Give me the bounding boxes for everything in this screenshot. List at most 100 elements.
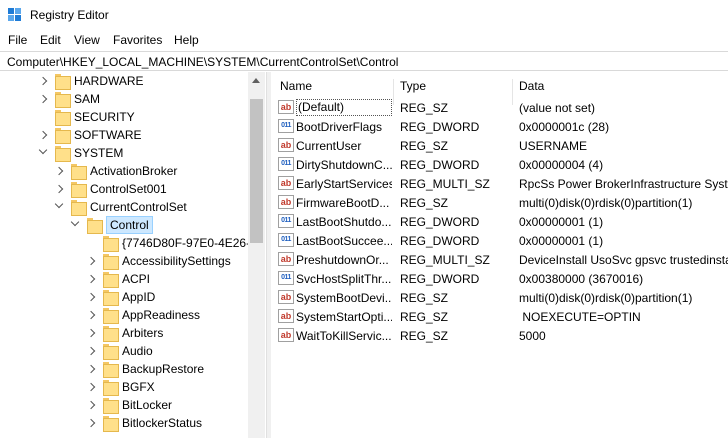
- tree-item[interactable]: BackupRestore: [0, 360, 250, 378]
- folder-icon: [103, 254, 119, 270]
- value-data: DeviceInstall UsoSvc gpsvc trustedinstal: [519, 253, 728, 267]
- value-type: REG_DWORD: [400, 120, 480, 134]
- folder-icon: [103, 344, 119, 360]
- address-path[interactable]: Computer\HKEY_LOCAL_MACHINE\SYSTEM\Curre…: [7, 55, 398, 69]
- tree-item[interactable]: Control: [0, 216, 250, 234]
- value-data: 0x00380000 (3670016): [519, 272, 644, 286]
- tree-item[interactable]: AppID: [0, 288, 250, 306]
- chevron-right-icon[interactable]: [86, 364, 96, 374]
- value-row[interactable]: 011 SvcHostSplitThr... REG_DWORD 0x00380000…: [272, 269, 728, 288]
- value-type: REG_SZ: [400, 196, 449, 210]
- value-row[interactable]: ab (Default) REG_SZ (value not set): [272, 98, 728, 117]
- tree-item-label: BackupRestore: [122, 362, 205, 376]
- chevron-down-icon[interactable]: [54, 199, 64, 209]
- tree-item[interactable]: SECURITY: [0, 108, 250, 126]
- folder-icon: [103, 380, 119, 396]
- values-list[interactable]: Name Type Data ab (Default) REG_SZ (value n…: [272, 72, 728, 438]
- folder-icon: [103, 290, 119, 306]
- tree-item[interactable]: {7746D80F-97E0-4E26-9: [0, 234, 257, 252]
- chevron-right-icon[interactable]: [38, 130, 48, 140]
- chevron-right-icon[interactable]: [86, 274, 96, 284]
- column-type-header[interactable]: Type: [400, 79, 426, 93]
- value-data: 0x0000001c (28): [519, 120, 610, 134]
- chevron-right-icon[interactable]: [54, 166, 64, 176]
- value-row[interactable]: 011 LastBootSuccee... REG_DWORD 0x00000001 …: [272, 231, 728, 250]
- tree-item[interactable]: SYSTEM: [0, 144, 250, 162]
- value-type: REG_SZ: [400, 101, 449, 115]
- menu-file[interactable]: File: [8, 33, 27, 47]
- column-data-header[interactable]: Data: [519, 79, 544, 93]
- tree-item[interactable]: BitLocker: [0, 396, 250, 414]
- tree-item[interactable]: BitlockerStatus: [0, 414, 250, 432]
- folder-icon: [103, 326, 119, 342]
- value-row[interactable]: 011 BootDriverFlags REG_DWORD 0x0000001c (2…: [272, 117, 728, 136]
- chevron-right-icon[interactable]: [86, 400, 96, 410]
- value-row[interactable]: ab PreshutdownOr... REG_MULTI_SZ DeviceInst…: [272, 250, 728, 269]
- tree-item[interactable]: Arbiters: [0, 324, 250, 342]
- folder-icon: [103, 236, 119, 252]
- value-row[interactable]: 011 LastBootShutdo... REG_DWORD 0x00000001 …: [272, 212, 728, 231]
- chevron-right-icon[interactable]: [86, 310, 96, 320]
- value-name: WaitToKillServic...: [296, 329, 392, 343]
- address-bar[interactable]: Computer\HKEY_LOCAL_MACHINE\SYSTEM\Curre…: [0, 51, 728, 71]
- chevron-right-icon[interactable]: [86, 328, 96, 338]
- chevron-down-icon[interactable]: [70, 217, 80, 227]
- tree-scrollbar[interactable]: [248, 72, 265, 438]
- menu-favorites[interactable]: Favorites: [113, 33, 162, 47]
- tree-item[interactable]: AppReadiness: [0, 306, 250, 324]
- tree-item[interactable]: ControlSet001: [0, 180, 250, 198]
- chevron-right-icon[interactable]: [86, 418, 96, 428]
- pane-splitter[interactable]: [266, 72, 271, 438]
- tree-item-label: AppID: [122, 290, 156, 304]
- menu-view[interactable]: View: [74, 33, 100, 47]
- value-row[interactable]: 011 DirtyShutdownC... REG_DWORD 0x00000004 …: [272, 155, 728, 174]
- scroll-thumb[interactable]: [250, 99, 263, 243]
- value-row[interactable]: ab CurrentUser REG_SZ USERNAME: [272, 136, 728, 155]
- value-row[interactable]: ab SystemBootDevi... REG_SZ multi(0)disk(0)…: [272, 288, 728, 307]
- tree-item[interactable]: AccessibilitySettings: [0, 252, 250, 270]
- tree-item-label: SAM: [74, 92, 101, 106]
- value-type: REG_DWORD: [400, 158, 480, 172]
- value-row[interactable]: ab WaitToKillServic... REG_SZ 5000: [272, 326, 728, 345]
- window-title: Registry Editor: [30, 8, 109, 22]
- tree-item-label: {7746D80F-97E0-4E26-9: [122, 236, 257, 250]
- folder-icon: [103, 398, 119, 414]
- string-value-icon: ab: [278, 328, 294, 342]
- chevron-right-icon[interactable]: [38, 76, 48, 86]
- tree-item[interactable]: CurrentControlSet: [0, 198, 250, 216]
- string-value-icon: ab: [278, 252, 294, 266]
- chevron-right-icon[interactable]: [86, 256, 96, 266]
- value-name: FirmwareBootD...: [296, 196, 390, 210]
- string-value-icon: ab: [278, 176, 294, 190]
- tree-item-label: Audio: [122, 344, 153, 358]
- folder-icon: [103, 362, 119, 378]
- tree-item-label: ActivationBroker: [90, 164, 178, 178]
- binary-value-icon: 011: [278, 119, 294, 133]
- scroll-up-icon[interactable]: [252, 78, 260, 83]
- chevron-right-icon[interactable]: [54, 184, 64, 194]
- tree-item[interactable]: SOFTWARE: [0, 126, 250, 144]
- tree-item[interactable]: SAM: [0, 90, 250, 108]
- value-row[interactable]: ab EarlyStartServices REG_MULTI_SZ RpcSs Po…: [272, 174, 728, 193]
- menu-help[interactable]: Help: [174, 33, 199, 47]
- tree-item[interactable]: HARDWARE: [0, 72, 250, 90]
- chevron-right-icon[interactable]: [86, 346, 96, 356]
- chevron-down-icon[interactable]: [38, 145, 48, 155]
- chevron-right-icon[interactable]: [86, 292, 96, 302]
- value-data: (value not set): [519, 101, 596, 115]
- tree-item[interactable]: ACPI: [0, 270, 250, 288]
- string-value-icon: ab: [278, 138, 294, 152]
- key-tree[interactable]: HARDWARE SAM SECURITY SOFTWARE SYSTEM Activat…: [0, 72, 266, 438]
- binary-value-icon: 011: [278, 233, 294, 247]
- chevron-right-icon[interactable]: [86, 382, 96, 392]
- string-value-icon: ab: [278, 100, 294, 114]
- chevron-right-icon[interactable]: [38, 94, 48, 104]
- column-name-header[interactable]: Name: [280, 79, 312, 93]
- value-row[interactable]: ab FirmwareBootD... REG_SZ multi(0)disk(0)r…: [272, 193, 728, 212]
- folder-icon: [71, 164, 87, 180]
- tree-item[interactable]: ActivationBroker: [0, 162, 250, 180]
- tree-item[interactable]: Audio: [0, 342, 250, 360]
- tree-item[interactable]: BGFX: [0, 378, 250, 396]
- value-row[interactable]: ab SystemStartOpti... REG_SZ NOEXECUTE=OPT…: [272, 307, 728, 326]
- menu-edit[interactable]: Edit: [40, 33, 61, 47]
